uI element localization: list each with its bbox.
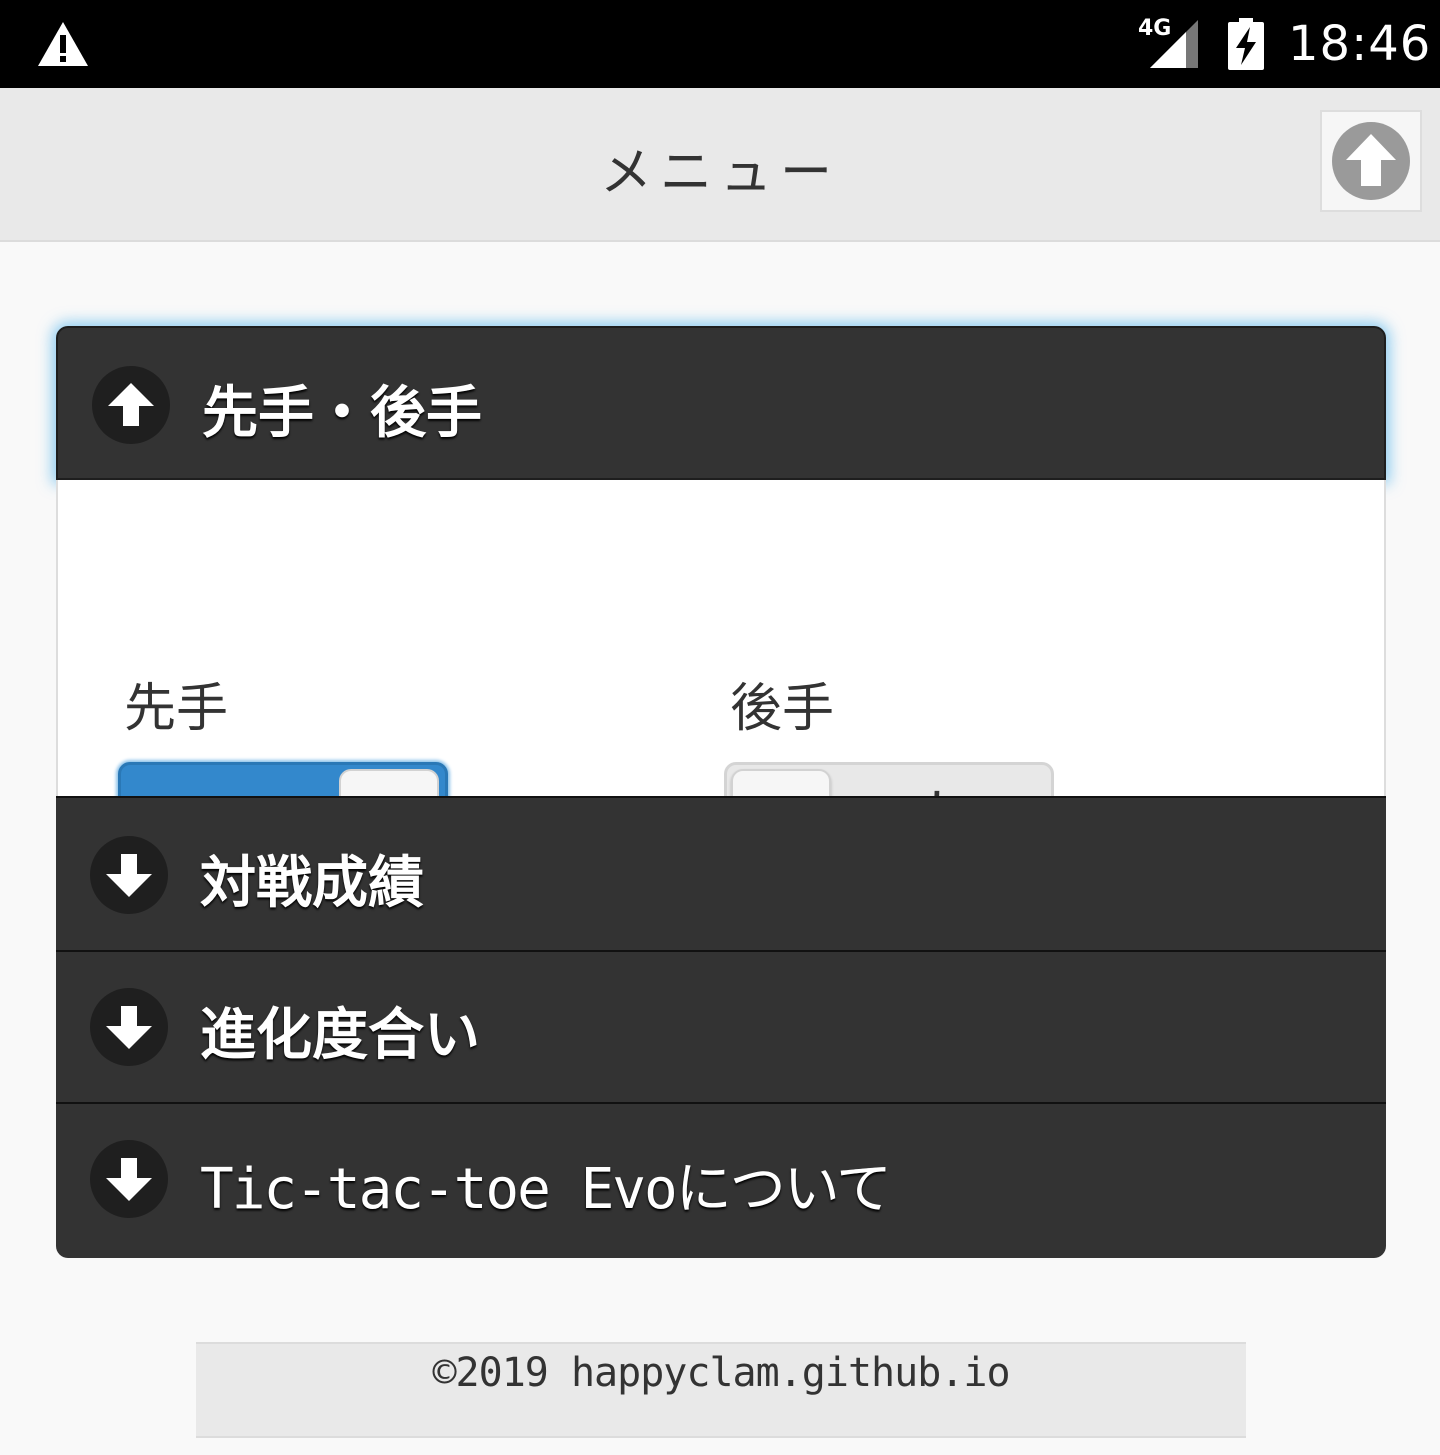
page-title: メニュー [599, 143, 840, 203]
section-title: 進化度合い [200, 1003, 480, 1068]
status-bar: 4G 18:46 [0, 0, 1440, 88]
turn-order-panel: 先手 後手 AI 人 [56, 480, 1386, 878]
section-title: Tic-tac-toe Evoについて [200, 1157, 892, 1222]
section-title: 対戦成績 [200, 851, 424, 916]
arrow-down-icon [90, 1140, 168, 1218]
section-header-results[interactable]: 対戦成績 [56, 796, 1386, 950]
scroll-top-button[interactable] [1320, 110, 1422, 212]
copyright-text: ©2019 happyclam.github.io [432, 1350, 1010, 1396]
warning-icon [38, 22, 88, 66]
arrow-down-icon [90, 836, 168, 914]
arrow-down-icon [90, 988, 168, 1066]
battery-charging-icon [1228, 18, 1264, 70]
section-header-evolution[interactable]: 進化度合い [56, 950, 1386, 1102]
signal-icon: 4G [1136, 16, 1200, 72]
arrow-up-icon [92, 366, 170, 444]
first-player-label: 先手 [124, 679, 229, 739]
clock: 18:46 [1288, 16, 1432, 72]
section-title: 先手・後手 [202, 381, 482, 446]
footer: ©2019 happyclam.github.io [196, 1342, 1246, 1438]
section-header-turn-order[interactable]: 先手・後手 [56, 326, 1386, 480]
menu-accordion: 先手・後手 先手 後手 AI 人 対戦成績 進化度合い Tic-tac-toe … [56, 326, 1386, 1258]
arrow-up-circle-icon [1332, 122, 1410, 200]
second-player-label: 後手 [730, 679, 835, 739]
section-header-about[interactable]: Tic-tac-toe Evoについて [56, 1102, 1386, 1258]
